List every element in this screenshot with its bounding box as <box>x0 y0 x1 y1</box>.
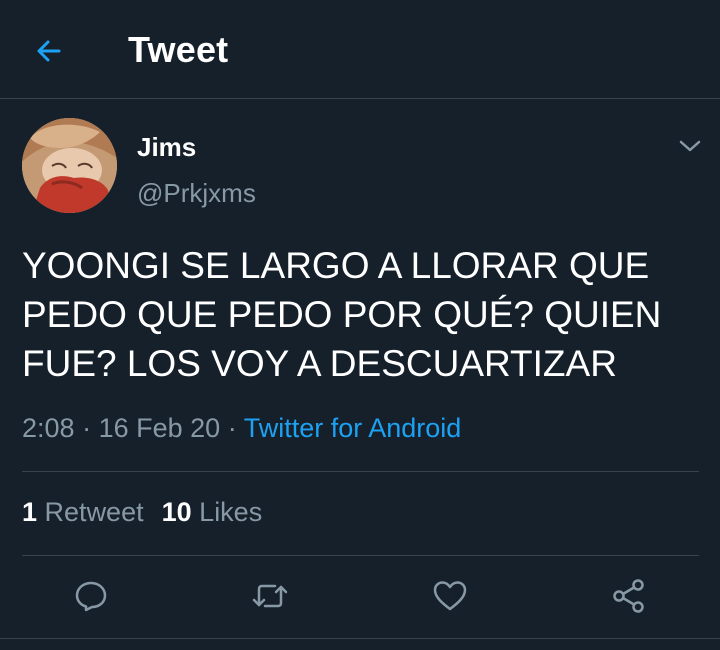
top-bar: Tweet <box>0 0 720 99</box>
page-title: Tweet <box>128 29 229 70</box>
meta-separator: · <box>82 413 92 443</box>
author-display-name[interactable]: Jims <box>137 132 196 163</box>
reply-icon <box>75 581 107 612</box>
tweet-actions <box>0 568 720 624</box>
share-button[interactable] <box>601 568 657 624</box>
author-handle[interactable]: @Prkjxms <box>137 178 256 209</box>
tweet-source-link[interactable]: Twitter for Android <box>244 413 462 443</box>
retweets-count: 1 <box>22 497 38 527</box>
arrow-left-icon <box>37 40 61 62</box>
avatar[interactable] <box>22 118 117 213</box>
tweet-date: 16 Feb 20 <box>98 413 221 443</box>
retweet-icon <box>252 584 288 608</box>
retweets-stat[interactable]: 1 Retweet <box>22 497 144 527</box>
tweet-stats: 1 Retweet 10 Likes <box>22 497 262 528</box>
reply-button[interactable] <box>63 568 119 624</box>
likes-stat[interactable]: 10 Likes <box>162 497 263 527</box>
meta-separator: · <box>227 413 237 443</box>
like-icon <box>433 581 467 611</box>
retweets-label: Retweet <box>44 497 144 527</box>
likes-count: 10 <box>161 497 192 527</box>
like-button[interactable] <box>422 568 478 624</box>
share-icon <box>613 579 644 613</box>
divider <box>0 638 720 639</box>
divider <box>22 555 699 556</box>
retweet-button[interactable] <box>242 568 298 624</box>
tweet-meta: 2:08 · 16 Feb 20 · Twitter for Android <box>22 413 461 444</box>
divider <box>22 471 699 472</box>
tweet-text: YOONGI SE LARGO A LLORAR QUE PEDO QUE PE… <box>22 245 662 384</box>
tweet-time: 2:08 <box>22 413 75 443</box>
likes-label: Likes <box>199 497 263 527</box>
tweet-menu-button[interactable] <box>672 128 708 164</box>
back-button[interactable] <box>24 26 74 76</box>
chevron-down-icon <box>679 140 701 152</box>
